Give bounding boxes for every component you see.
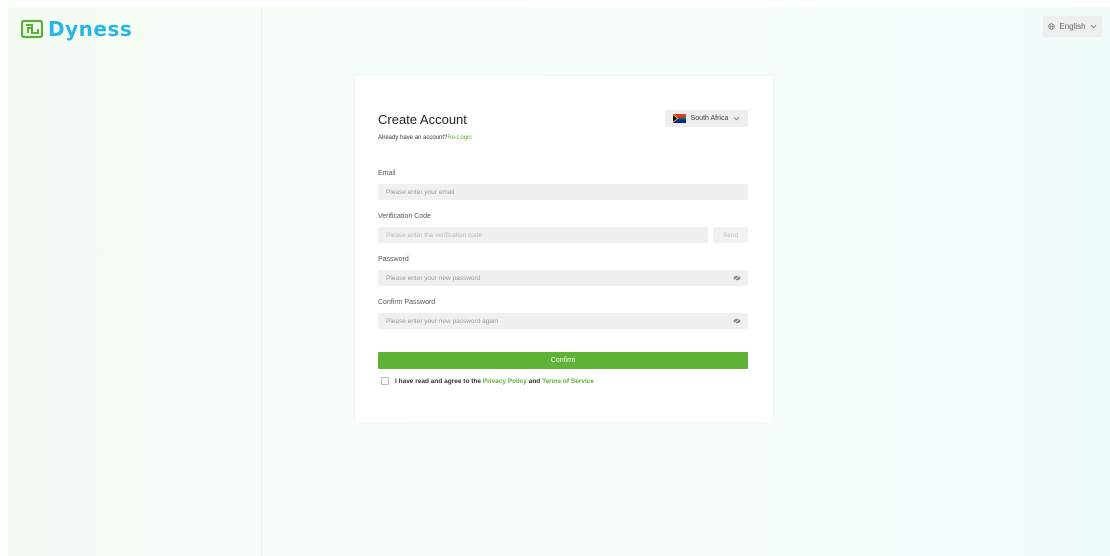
region-select[interactable]: South Africa	[665, 110, 748, 127]
privacy-policy-link[interactable]: Privacy Policy	[483, 378, 527, 385]
chevron-down-icon	[1090, 24, 1097, 29]
agreement-text: I have read and agree to the Privacy Pol…	[395, 378, 594, 385]
send-code-button[interactable]: Send	[713, 227, 748, 243]
verification-code-label: Verification Code	[378, 213, 431, 220]
login-hint: Already have an account?Re-Login	[378, 135, 472, 141]
globe-icon	[1048, 23, 1056, 30]
eye-off-icon[interactable]	[733, 318, 741, 324]
page-title: Create Account	[378, 112, 467, 127]
relogin-link[interactable]: Re-Login	[447, 135, 471, 141]
password-field[interactable]: Please enter your new password	[378, 270, 748, 286]
agreement-prefix: I have read and agree to the	[395, 377, 481, 385]
confirm-button[interactable]: Confirm	[378, 352, 748, 369]
dyness-logo-icon	[21, 19, 43, 39]
create-account-card: Create Account South Africa Already have…	[355, 76, 773, 422]
email-field[interactable]: Please enter your email	[378, 184, 748, 200]
south-africa-flag-icon	[672, 114, 686, 123]
brand-logo[interactable]: Dyness	[21, 19, 132, 39]
region-label: South Africa	[690, 115, 729, 122]
agreement-checkbox[interactable]	[381, 377, 389, 385]
confirm-password-field[interactable]: Please enter your new password again	[378, 313, 748, 329]
terms-of-service-link[interactable]: Terms of Service	[542, 378, 594, 385]
language-select[interactable]: English	[1043, 16, 1102, 37]
agreement-row: I have read and agree to the Privacy Pol…	[381, 377, 594, 385]
confirm-password-label: Confirm Password	[378, 299, 436, 306]
verification-code-field[interactable]: Please enter the verification code	[378, 227, 708, 243]
email-label: Email	[378, 170, 396, 177]
login-hint-text: Already have an account?	[378, 135, 448, 141]
language-label: English	[1059, 22, 1086, 31]
password-label: Password	[378, 256, 409, 263]
chevron-down-icon	[733, 116, 740, 121]
eye-off-icon[interactable]	[733, 275, 741, 281]
agreement-and: and	[528, 377, 541, 385]
brand-name: Dyness	[48, 17, 133, 41]
